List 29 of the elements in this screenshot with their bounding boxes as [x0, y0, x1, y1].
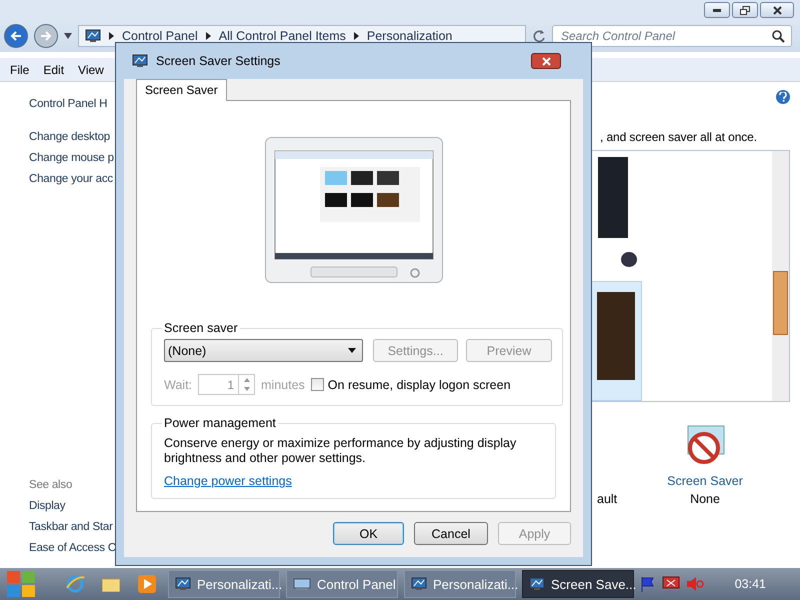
breadcrumb-item[interactable]: Personalization — [366, 29, 452, 43]
checkbox-label[interactable]: On resume, display logon screen — [328, 378, 511, 392]
menu-item[interactable]: File — [4, 58, 36, 81]
taskbar-button[interactable]: Personalizati... — [404, 570, 516, 598]
menu-item[interactable]: Edit — [37, 58, 70, 81]
screen-saver-dropdown[interactable]: (None) — [164, 339, 363, 362]
power-settings-link[interactable]: Change power settings — [164, 474, 292, 488]
dialog-button[interactable]: OK — [333, 522, 404, 545]
screen-saver-link[interactable]: Screen Saver — [667, 474, 743, 488]
wait-label: Wait: — [164, 378, 192, 392]
dialog-button[interactable]: Cancel — [414, 522, 488, 545]
breadcrumb-item[interactable]: Control Panel — [122, 29, 198, 43]
menu-item[interactable]: View — [72, 58, 110, 81]
dialog-title: Screen Saver Settings — [156, 54, 280, 68]
breadcrumb-item[interactable]: All Control Panel Items — [218, 29, 346, 43]
group-heading: Power management — [163, 416, 277, 430]
power-description: Conserve energy or maximize performance by adjusting display brightness and other power settings. — [164, 436, 518, 466]
tab[interactable]: Screen Saver — [136, 79, 227, 101]
group-heading: Screen saver — [163, 321, 239, 335]
clock[interactable]: 03:41 — [734, 577, 766, 591]
see-also-heading: See also — [29, 479, 74, 491]
description-text: , and screen saver all at once. — [600, 130, 757, 144]
taskbar-button[interactable]: Personalizati... — [168, 570, 280, 598]
screen-saver-value: None — [690, 492, 720, 506]
taskbar-button[interactable]: Screen Save... — [522, 570, 634, 598]
theme-label: ault — [597, 492, 618, 506]
search-box[interactable]: Search Control Panel — [552, 25, 792, 47]
taskbar-button[interactable]: Control Panel — [286, 570, 398, 598]
minutes-label: minutes — [261, 378, 305, 392]
